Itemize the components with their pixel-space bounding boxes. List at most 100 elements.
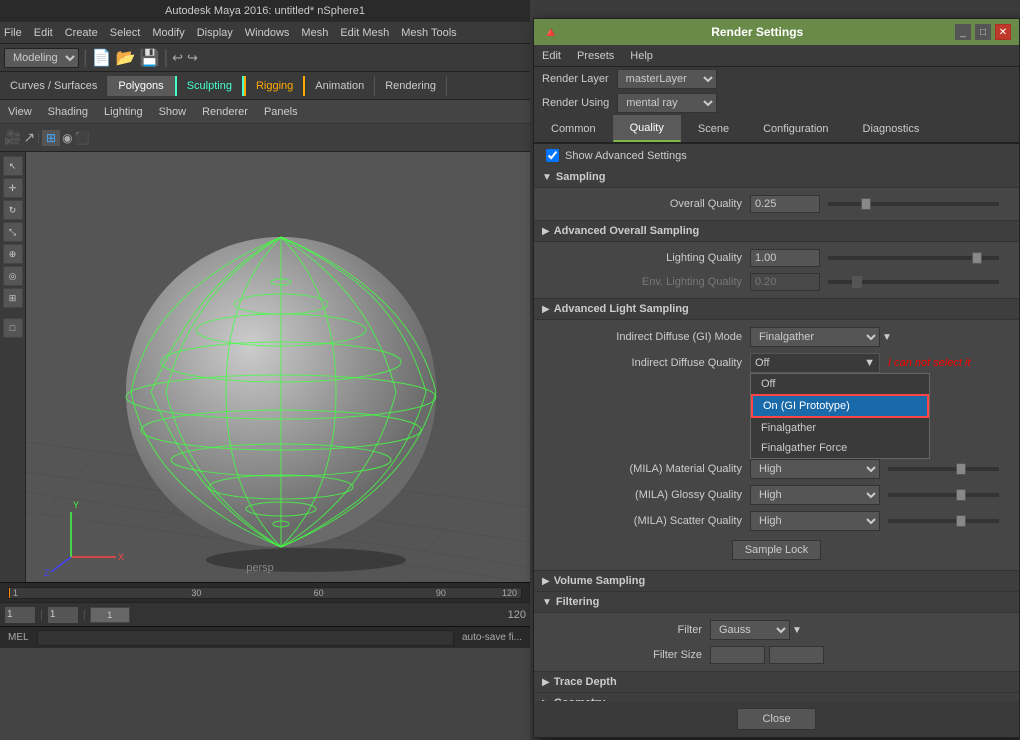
geometry-header[interactable]: ▶ Geometry — [534, 693, 1019, 701]
menu-file[interactable]: File — [4, 27, 22, 39]
tab-quality[interactable]: Quality — [613, 115, 681, 142]
dialog-close-button[interactable]: Close — [737, 708, 815, 730]
toolbar-icon-new[interactable]: 📄 — [92, 48, 112, 68]
tab-common[interactable]: Common — [534, 116, 613, 142]
menu-display[interactable]: Display — [197, 27, 233, 39]
tab-scene[interactable]: Scene — [681, 116, 746, 142]
mila-material-select[interactable]: High — [750, 459, 880, 479]
indirect-diffuse-mode-select[interactable]: Finalgather — [750, 327, 880, 347]
lighting-quality-input[interactable] — [750, 249, 820, 267]
dialog-menu-edit[interactable]: Edit — [542, 50, 561, 62]
lighting-quality-slider[interactable] — [828, 256, 999, 260]
tab-curves-surfaces[interactable]: Curves / Surfaces — [0, 76, 108, 96]
trace-depth-title: Trace Depth — [554, 676, 617, 688]
vp-icon-wire[interactable]: ⊞ — [42, 130, 60, 146]
soft-mod-icon[interactable]: ◎ — [3, 266, 23, 286]
menu-select[interactable]: Select — [110, 27, 141, 39]
mila-glossy-slider[interactable] — [888, 493, 999, 497]
toolbar-icon-save[interactable]: 💾 — [140, 48, 160, 68]
scale-tool-icon[interactable]: ⤡ — [3, 222, 23, 242]
vp-icon-flat[interactable]: ⬛ — [75, 131, 90, 145]
filter-size-y-input[interactable]: 3.000 — [769, 646, 824, 664]
toolbar-icon-undo[interactable]: ↩ — [172, 50, 183, 66]
frame-input-2[interactable] — [47, 606, 79, 624]
lighting-quality-label: Lighting Quality — [550, 252, 750, 264]
tab-diagnostics[interactable]: Diagnostics — [846, 116, 937, 142]
advanced-overall-header[interactable]: ▶ Advanced Overall Sampling — [534, 221, 1019, 242]
panel-menu-renderer[interactable]: Renderer — [202, 106, 248, 118]
move-tool-icon[interactable]: ✛ — [3, 178, 23, 198]
tab-rendering[interactable]: Rendering — [375, 76, 447, 96]
universal-tool-icon[interactable]: ⊕ — [3, 244, 23, 264]
indirect-diffuse-quality-container: Indirect Diffuse Quality Off ▼ Off On (G… — [534, 350, 1019, 376]
mila-glossy-select[interactable]: High — [750, 485, 880, 505]
sampling-content: Overall Quality — [534, 188, 1019, 221]
menu-windows[interactable]: Windows — [245, 27, 290, 39]
vp-icon-camera[interactable]: 🎥 — [4, 129, 21, 146]
dialog-menu-presets[interactable]: Presets — [577, 50, 614, 62]
toolbar-icon-redo[interactable]: ↪ — [187, 50, 198, 66]
tab-rigging[interactable]: Rigging — [244, 76, 305, 96]
last-used-icon[interactable]: □ — [3, 318, 23, 338]
menu-mesh-tools[interactable]: Mesh Tools — [401, 27, 456, 39]
filtering-header[interactable]: ▼ Filtering — [534, 592, 1019, 613]
render-using-select[interactable]: mental ray — [617, 93, 717, 113]
sampling-section-header[interactable]: ▼ Sampling — [534, 167, 1019, 188]
show-advanced-checkbox[interactable] — [546, 149, 559, 162]
indirect-diffuse-dropdown-menu: Off On (GI Prototype) Finalgather Finalg… — [750, 373, 930, 459]
dropdown-option-off[interactable]: Off — [751, 374, 929, 394]
dropdown-option-finalgather-force[interactable]: Finalgather Force — [751, 438, 929, 458]
frame-input[interactable] — [4, 606, 36, 624]
overall-quality-slider[interactable] — [828, 202, 999, 206]
panel-menu-show[interactable]: Show — [159, 106, 187, 118]
menu-edit-mesh[interactable]: Edit Mesh — [340, 27, 389, 39]
tab-polygons[interactable]: Polygons — [108, 76, 174, 96]
vp-icon-smooth[interactable]: ◉ — [62, 131, 72, 145]
select-tool-icon[interactable]: ↖ — [3, 156, 23, 176]
menu-mesh[interactable]: Mesh — [301, 27, 328, 39]
overall-quality-input[interactable] — [750, 195, 820, 213]
dialog-titlebar: 🔺 Render Settings _ □ ✕ — [534, 19, 1019, 45]
close-button[interactable]: ✕ — [995, 24, 1011, 40]
sampling-title: Sampling — [556, 171, 606, 183]
menu-modify[interactable]: Modify — [152, 27, 184, 39]
window-title: Autodesk Maya 2016: untitled* nSphere1 — [165, 5, 365, 17]
rotate-tool-icon[interactable]: ↻ — [3, 200, 23, 220]
dialog-menu-help[interactable]: Help — [630, 50, 653, 62]
render-layer-select[interactable]: masterLayer — [617, 69, 717, 89]
tab-configuration[interactable]: Configuration — [746, 116, 845, 142]
minimize-button[interactable]: _ — [955, 24, 971, 40]
overall-quality-row: Overall Quality — [534, 192, 1019, 216]
panel-menu-shading[interactable]: Shading — [48, 106, 88, 118]
mila-scatter-label: (MILA) Scatter Quality — [550, 515, 750, 527]
filter-row: Filter Gauss ▼ — [534, 617, 1019, 643]
indirect-diffuse-quality-select[interactable]: Off ▼ — [750, 353, 880, 373]
playback-bar: | | 1 120 — [0, 602, 530, 626]
mila-scatter-select[interactable]: High — [750, 511, 880, 531]
dropdown-option-gi-prototype[interactable]: On (GI Prototype) — [751, 394, 929, 418]
menu-edit[interactable]: Edit — [34, 27, 53, 39]
filtering-title: Filtering — [556, 596, 599, 608]
volume-sampling-header[interactable]: ▶ Volume Sampling — [534, 571, 1019, 592]
menu-create[interactable]: Create — [65, 27, 98, 39]
trace-depth-header[interactable]: ▶ Trace Depth — [534, 672, 1019, 693]
tab-animation[interactable]: Animation — [305, 76, 375, 96]
maximize-button[interactable]: □ — [975, 24, 991, 40]
advanced-light-header[interactable]: ▶ Advanced Light Sampling — [534, 299, 1019, 320]
sample-lock-button[interactable]: Sample Lock — [732, 540, 822, 560]
filter-select[interactable]: Gauss — [710, 620, 790, 640]
script-input[interactable] — [37, 630, 454, 646]
tab-sculpting[interactable]: Sculpting — [175, 76, 244, 96]
dropdown-option-finalgather[interactable]: Finalgather — [751, 418, 929, 438]
vp-icon-select[interactable]: ↗ — [23, 129, 35, 146]
panel-menu-lighting[interactable]: Lighting — [104, 106, 143, 118]
panel-menu-panels[interactable]: Panels — [264, 106, 298, 118]
toolbar-icon-open[interactable]: 📂 — [116, 48, 136, 68]
show-manipulator-icon[interactable]: ⊞ — [3, 288, 23, 308]
panel-menu-view[interactable]: View — [8, 106, 32, 118]
mode-dropdown[interactable]: Modeling — [4, 48, 79, 68]
dialog-menubar: Edit Presets Help — [534, 45, 1019, 67]
mila-scatter-slider[interactable] — [888, 519, 999, 523]
mila-material-slider[interactable] — [888, 467, 999, 471]
filter-size-x-input[interactable]: 3.000 — [710, 646, 765, 664]
